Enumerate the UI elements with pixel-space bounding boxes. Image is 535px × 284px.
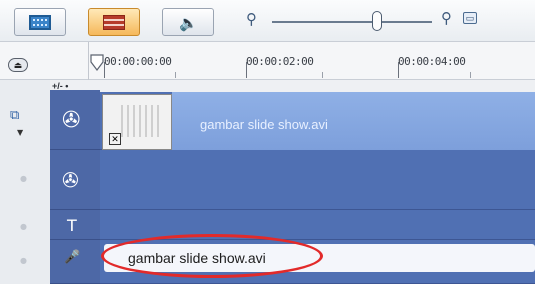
title-track-header[interactable]: T — [50, 210, 100, 240]
zoom-slider-track[interactable] — [272, 21, 432, 23]
voice-track-header[interactable]: 🎤 — [50, 240, 100, 284]
overlay-track-header[interactable]: ✇ — [50, 150, 100, 210]
clip-marker-icon: ✕ — [109, 133, 121, 145]
timeline-ruler[interactable]: ⏏ 00:00:00:00 00:00:02:00 00:00:04:00 — [0, 42, 535, 80]
video-clip-label: gambar slide show.avi — [200, 117, 328, 132]
track-manager-icon[interactable]: ⧉ — [10, 108, 19, 123]
voice-track-icon: 🎤 — [64, 250, 81, 265]
ruler-minor-tick — [175, 72, 176, 78]
storyboard-view-icon — [29, 15, 51, 30]
overlay-track-lane[interactable] — [100, 150, 535, 210]
ruler-divider — [88, 42, 89, 80]
timeline-view-button[interactable] — [88, 8, 140, 36]
fit-project-icon[interactable]: ▭ — [463, 12, 477, 24]
track-dot-icon: ● — [20, 256, 27, 265]
ruler-major-tick — [104, 62, 105, 78]
ruler-major-tick — [398, 62, 399, 78]
title-track-icon: T — [67, 216, 77, 235]
ruler-minor-tick — [322, 72, 323, 78]
timeline-view-icon — [103, 15, 125, 30]
zoom-in-icon[interactable]: ⚲ — [441, 9, 452, 27]
storyboard-view-button[interactable] — [14, 8, 66, 36]
audio-view-button[interactable]: 🔈 — [162, 8, 214, 36]
thumbnail-image — [121, 105, 161, 137]
ruler-major-tick — [246, 62, 247, 78]
ruler-tick-label: 00:00:04:00 — [398, 55, 466, 68]
overlay-track-icon: ✇ — [62, 168, 79, 192]
playhead-marker[interactable] — [90, 54, 104, 72]
red-highlight-ellipse — [101, 234, 323, 278]
eject-icon[interactable]: ⏏ — [8, 58, 28, 72]
chevron-down-icon[interactable]: ▼ — [17, 128, 23, 137]
ruler-minor-tick — [470, 72, 471, 78]
audio-view-icon: 🔈 — [179, 14, 198, 32]
toolbar: 🔈 ⚲ ⚲ ▭ — [0, 0, 535, 42]
zoom-slider-thumb[interactable] — [372, 11, 382, 31]
track-dot-icon: ● — [20, 222, 27, 231]
zoom-out-icon[interactable]: ⚲ — [246, 10, 257, 28]
video-clip-thumbnail[interactable]: ✕ — [102, 94, 172, 150]
video-track-header[interactable]: ✇ — [50, 92, 100, 150]
video-clip[interactable]: gambar slide show.avi — [172, 92, 535, 150]
ruler-tick-label: 00:00:00:00 — [104, 55, 172, 68]
track-options-strip: ⧉ ▼ ● ● ● — [0, 80, 50, 284]
track-dot-icon: ● — [20, 174, 27, 183]
ruler-tick-label: 00:00:02:00 — [246, 55, 314, 68]
video-track-icon: ✇ — [62, 108, 81, 133]
